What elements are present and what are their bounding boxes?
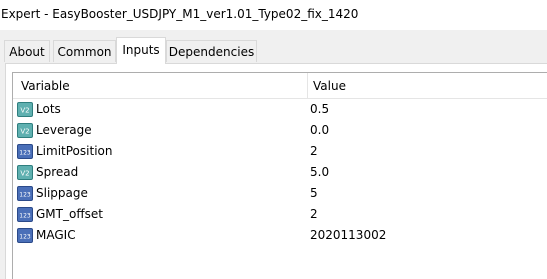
double-type-icon: V2 — [17, 165, 33, 180]
integer-type-icon: 123 — [17, 207, 33, 222]
table-row[interactable]: 123 LimitPosition 2 — [13, 141, 547, 162]
table-row[interactable]: V2 Lots 0.5 — [13, 99, 547, 120]
variable-name: MAGIC — [36, 228, 76, 242]
title-bar: Expert - EasyBooster_USDJPY_M1_ver1.01_T… — [0, 0, 547, 30]
variable-value[interactable]: 0.0 — [310, 123, 329, 137]
svg-text:123: 123 — [19, 234, 31, 241]
window-title: Expert - EasyBooster_USDJPY_M1_ver1.01_T… — [1, 7, 359, 21]
table-row[interactable]: 123 MAGIC 2020113002 — [13, 225, 547, 246]
column-header-value[interactable]: Value — [313, 79, 346, 93]
table-row[interactable]: 123 GMT_offset 2 — [13, 204, 547, 225]
svg-text:V2: V2 — [20, 107, 29, 115]
tab-common[interactable]: Common — [53, 40, 116, 62]
svg-text:123: 123 — [19, 192, 31, 199]
svg-text:V2: V2 — [20, 170, 29, 178]
variable-value[interactable]: 2 — [310, 144, 318, 158]
integer-type-icon: 123 — [17, 228, 33, 243]
variable-name: Lots — [36, 102, 61, 116]
table-row[interactable]: V2 Spread 5.0 — [13, 162, 547, 183]
variable-value[interactable]: 5 — [310, 186, 318, 200]
variable-value[interactable]: 5.0 — [310, 165, 329, 179]
tab-about[interactable]: About — [4, 40, 50, 62]
table-row[interactable]: V2 Leverage 0.0 — [13, 120, 547, 141]
table-row[interactable]: 123 Slippage 5 — [13, 183, 547, 204]
double-type-icon: V2 — [17, 123, 33, 138]
variable-value[interactable]: 0.5 — [310, 102, 329, 116]
double-type-icon: V2 — [17, 102, 33, 117]
table-header: Variable Value — [13, 73, 547, 99]
svg-text:V2: V2 — [20, 128, 29, 136]
variable-name: Leverage — [36, 123, 92, 137]
variable-name: Spread — [36, 165, 79, 179]
variable-value[interactable]: 2020113002 — [310, 228, 386, 242]
integer-type-icon: 123 — [17, 186, 33, 201]
variable-name: LimitPosition — [36, 144, 113, 158]
inputs-table: Variable Value V2 Lots 0.5 V2 Leverage 0… — [12, 72, 547, 279]
tab-inputs[interactable]: Inputs — [116, 37, 166, 64]
tab-dependencies[interactable]: Dependencies — [166, 40, 257, 62]
svg-text:123: 123 — [19, 213, 31, 220]
variable-name: GMT_offset — [36, 207, 103, 221]
svg-text:123: 123 — [19, 150, 31, 157]
column-separator[interactable] — [307, 73, 308, 99]
variable-name: Slippage — [36, 186, 88, 200]
column-header-variable[interactable]: Variable — [21, 79, 70, 93]
variable-value[interactable]: 2 — [310, 207, 318, 221]
integer-type-icon: 123 — [17, 144, 33, 159]
